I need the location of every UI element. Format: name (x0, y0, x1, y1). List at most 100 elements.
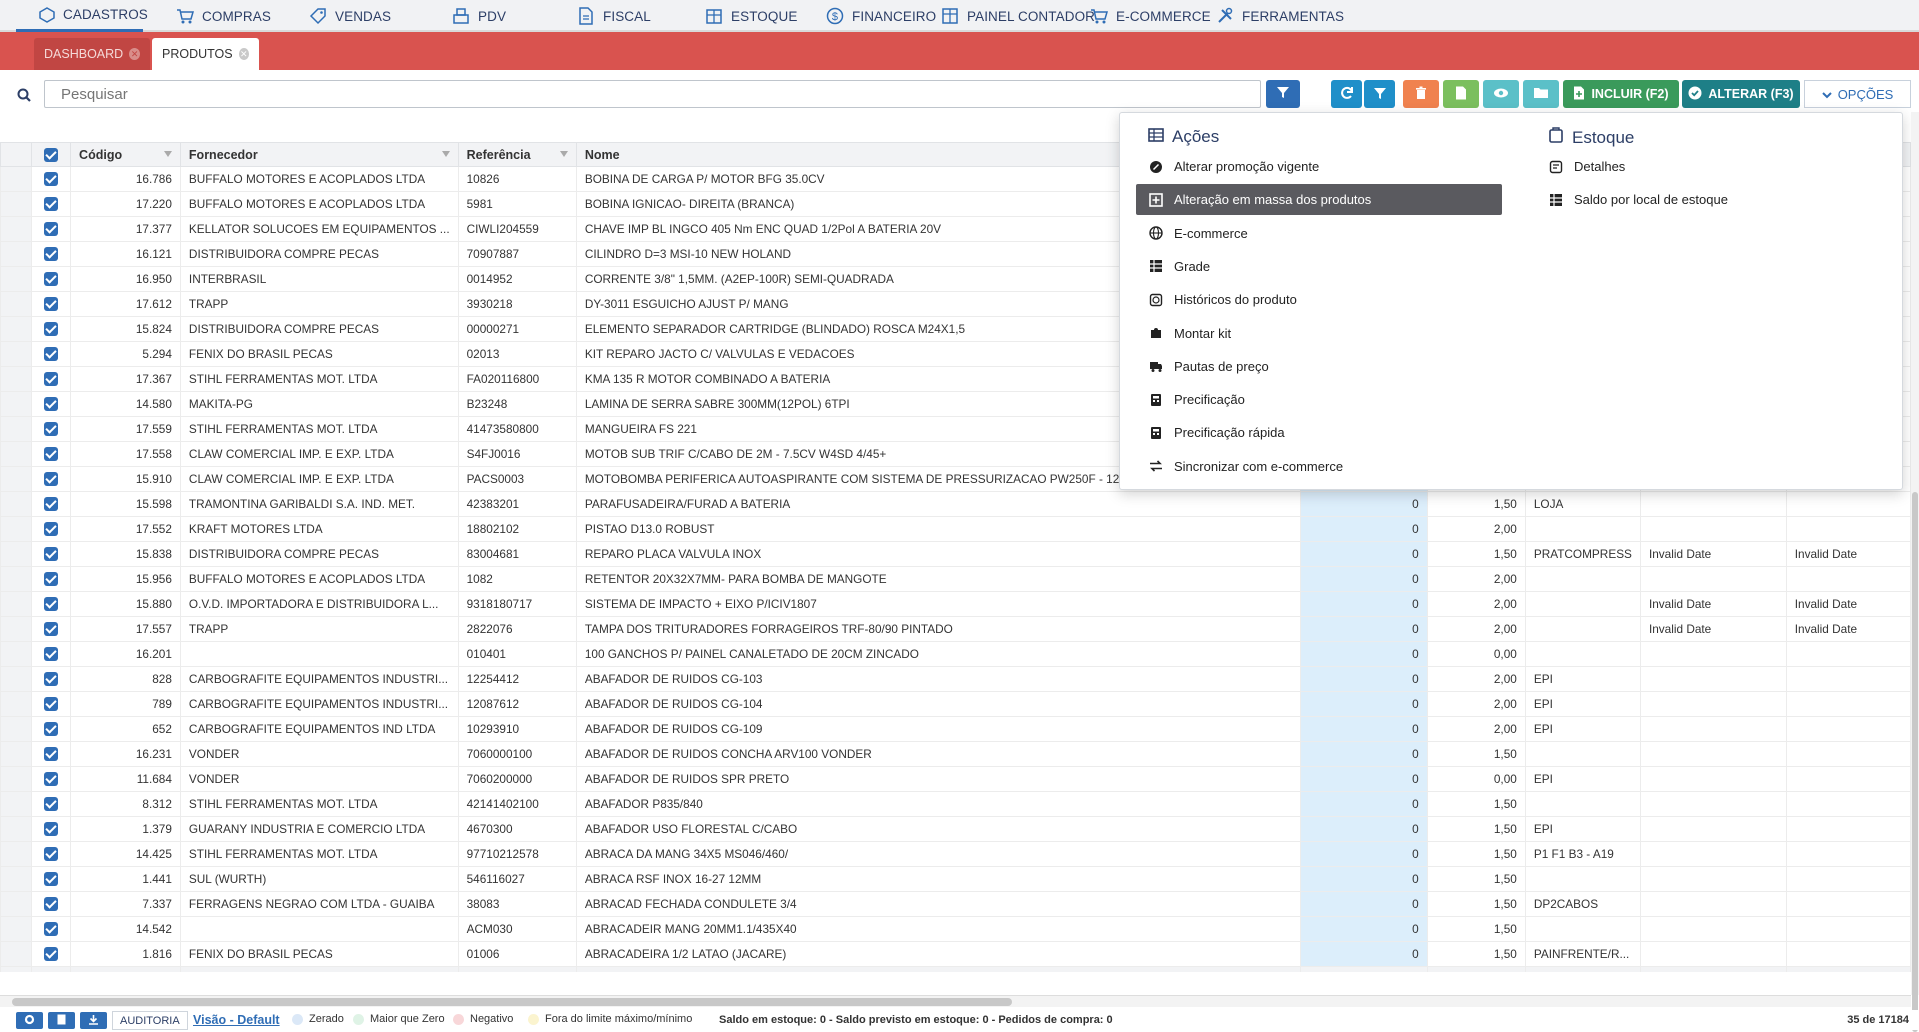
row-checkbox[interactable] (43, 347, 58, 362)
table-row[interactable]: 652 CARBOGRAFITE EQUIPAMENTOS IND LTDA 102… (0, 716, 1911, 742)
menu-item-pautas-de-preco[interactable]: Pautas de preço (1136, 351, 1502, 382)
menu-item-alteracao-em-massa-dos-produtos[interactable]: Alteração em massa dos produtos (1136, 184, 1502, 216)
table-row[interactable]: 15.880 O.V.D. IMPORTADORA E DISTRIBUIDORA… (0, 591, 1911, 617)
table-row[interactable]: 16.201 010401 100 GANCHOS P/ PAINEL CANALE… (0, 641, 1911, 667)
row-checkbox[interactable] (43, 322, 58, 337)
menu-item-saldo-por-local-de-estoque[interactable]: Saldo por local de estoque (1536, 184, 1856, 215)
nav-painel-contador[interactable]: PAINEL CONTADOR (940, 0, 1095, 32)
nav-vendas[interactable]: VENDAS (308, 0, 391, 32)
nav-financeiro[interactable]: $ FINANCEIRO (825, 0, 936, 32)
nav-cadastros[interactable]: CADASTROS (16, 0, 148, 32)
row-checkbox[interactable] (43, 272, 58, 287)
table-row[interactable]: 15.956 BUFFALO MOTORES E ACOPLADOS LTDA 10… (0, 566, 1911, 592)
row-checkbox[interactable] (43, 197, 58, 212)
table-row[interactable]: 789 CARBOGRAFITE EQUIPAMENTOS INDUSTRI...… (0, 691, 1911, 717)
row-checkbox[interactable] (43, 797, 58, 812)
row-checkbox[interactable] (43, 172, 58, 187)
row-checkbox[interactable] (43, 372, 58, 387)
sort-icon[interactable] (163, 151, 172, 157)
menu-item-historicos-do-produto[interactable]: Históricos do produto (1136, 284, 1502, 315)
table-row[interactable]: 17.552 KRAFT MOTORES LTDA 18802102 PISTAO D… (0, 516, 1911, 542)
row-checkbox[interactable] (43, 847, 58, 862)
row-checkbox[interactable] (43, 397, 58, 412)
row-checkbox[interactable] (43, 422, 58, 437)
table-row[interactable]: 15.838 DISTRIBUIDORA COMPRE PECAS 83004681… (0, 541, 1911, 567)
nav-estoque[interactable]: ESTOQUE (704, 0, 797, 32)
tab-produtos[interactable]: PRODUTOS ✕ (152, 38, 259, 70)
menu-item-precificacao-rapida[interactable]: Precificação rápida (1136, 417, 1502, 448)
table-row[interactable]: 16.231 VONDER 7060000100 ABAFADOR DE RUIDOS… (0, 741, 1911, 767)
scroll-thumb[interactable] (1912, 492, 1918, 1032)
tab-dashboard[interactable]: DASHBOARD ✕ (34, 38, 150, 70)
menu-item-e-commerce[interactable]: E-commerce (1136, 218, 1502, 249)
select-all-checkbox[interactable] (30, 142, 72, 167)
menu-item-detalhes[interactable]: Detalhes (1536, 151, 1856, 182)
vertical-scrollbar[interactable] (1911, 112, 1919, 1032)
table-row[interactable]: 1.379 GUARANY INDUSTRIA E COMERCIO LTDA 46… (0, 816, 1911, 842)
row-checkbox[interactable] (43, 897, 58, 912)
table-row[interactable]: 14.425 STIHL FERRAMENTAS MOT. LTDA 9771021… (0, 841, 1911, 867)
row-checkbox[interactable] (43, 472, 58, 487)
row-checkbox[interactable] (43, 722, 58, 737)
view-button[interactable] (1483, 80, 1519, 108)
row-checkbox[interactable] (43, 447, 58, 462)
menu-item-alterar-promocao-vigente[interactable]: Alterar promoção vigente (1136, 151, 1502, 182)
row-checkbox[interactable] (43, 697, 58, 712)
sort-icon[interactable] (441, 151, 450, 157)
row-checkbox[interactable] (43, 597, 58, 612)
menu-item-montar-kit[interactable]: Montar kit (1136, 318, 1502, 349)
table-row[interactable]: 8.312 STIHL FERRAMENTAS MOT. LTDA 42141402… (0, 791, 1911, 817)
settings-button[interactable] (16, 1012, 43, 1029)
row-checkbox[interactable] (43, 622, 58, 637)
row-checkbox[interactable] (43, 222, 58, 237)
search-icon[interactable] (6, 81, 42, 109)
scroll-thumb[interactable] (12, 998, 1012, 1006)
row-checkbox[interactable] (43, 297, 58, 312)
column-header-codigo[interactable]: Código (70, 142, 181, 167)
column-header-fornecedor[interactable]: Fornecedor (179, 142, 459, 167)
row-checkbox[interactable] (43, 247, 58, 262)
table-row[interactable]: 14.542 ACM030 ABRACADEIR MANG 20MM1.1/435X… (0, 916, 1911, 942)
nav-pdv[interactable]: PDV (451, 0, 506, 32)
row-checkbox[interactable] (43, 747, 58, 762)
column-header-referencia[interactable]: Referência (457, 142, 577, 167)
horizontal-scrollbar[interactable] (0, 995, 1911, 1007)
nav-ecommerce[interactable]: E-COMMERCE (1089, 0, 1211, 32)
incluir-button[interactable]: INCLUIR (F2) (1563, 80, 1679, 108)
row-checkbox[interactable] (43, 672, 58, 687)
report-button[interactable] (48, 1012, 75, 1029)
view-default-link[interactable]: Visão - Default (193, 1013, 280, 1027)
row-checkbox[interactable] (43, 647, 58, 662)
alterar-button[interactable]: ALTERAR (F3) (1682, 80, 1800, 108)
row-checkbox[interactable] (43, 922, 58, 937)
document-button[interactable] (1443, 80, 1479, 108)
row-checkbox[interactable] (43, 872, 58, 887)
row-checkbox[interactable] (43, 947, 58, 962)
advanced-filter-button[interactable] (1266, 80, 1300, 108)
nav-fiscal[interactable]: FISCAL (576, 0, 651, 32)
nav-ferramentas[interactable]: FERRAMENTAS (1215, 0, 1344, 32)
row-checkbox[interactable] (43, 572, 58, 587)
row-checkbox[interactable] (43, 522, 58, 537)
search-input[interactable] (44, 80, 1261, 108)
table-row[interactable]: 17.557 TRAPP 2822076 TAMPA DOS TRITURADORES… (0, 616, 1911, 642)
table-row[interactable]: 1.816 FENIX DO BRASIL PECAS 01006 ABRACADEI… (0, 941, 1911, 967)
options-button[interactable]: OPÇÕES (1804, 80, 1911, 108)
table-row[interactable]: 1.441 SUL (WURTH) 546116027 ABRACA RSF INOX… (0, 866, 1911, 892)
row-checkbox[interactable] (43, 822, 58, 837)
table-row[interactable]: 15.598 TRAMONTINA GARIBALDI S.A. IND. MET… (0, 491, 1911, 517)
menu-item-precificacao[interactable]: Precificação (1136, 384, 1502, 415)
delete-button[interactable] (1403, 80, 1439, 108)
row-checkbox[interactable] (43, 772, 58, 787)
folder-button[interactable] (1523, 80, 1559, 108)
table-row[interactable]: 7.337 FERRAGENS NEGRAO COM LTDA - GUAIBA 3… (0, 891, 1911, 917)
close-icon[interactable]: ✕ (238, 48, 249, 60)
auditoria-button[interactable]: AUDITORIA (112, 1011, 188, 1030)
close-icon[interactable]: ✕ (129, 48, 140, 60)
refresh-button[interactable] (1331, 80, 1362, 108)
table-row[interactable]: 828 CARBOGRAFITE EQUIPAMENTOS INDUSTRI...… (0, 666, 1911, 692)
download-button[interactable] (80, 1012, 107, 1029)
row-checkbox[interactable] (43, 547, 58, 562)
menu-item-sincronizar-com-e-commerce[interactable]: Sincronizar com e-commerce (1136, 451, 1502, 482)
menu-item-grade[interactable]: Grade (1136, 251, 1502, 282)
